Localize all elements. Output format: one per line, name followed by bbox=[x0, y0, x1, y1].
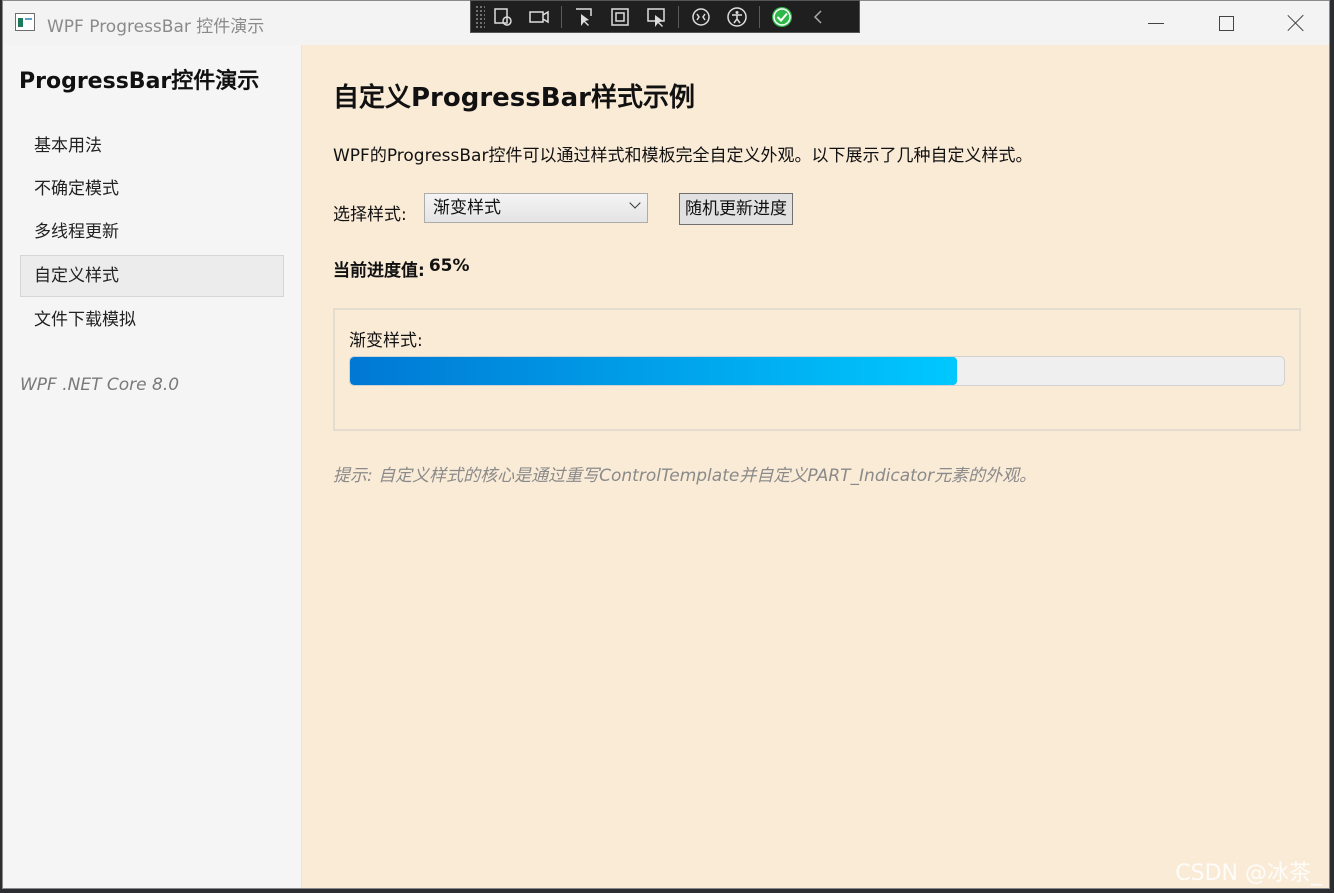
debug-toolbar bbox=[470, 0, 860, 33]
progress-bar bbox=[349, 356, 1285, 386]
style-select-value: 渐变样式 bbox=[433, 198, 501, 218]
sidebar-item-basic[interactable]: 基本用法 bbox=[20, 125, 284, 167]
select-pointer-button[interactable] bbox=[566, 3, 602, 31]
hot-reload-button[interactable] bbox=[683, 3, 719, 31]
style-select-label: 选择样式: bbox=[333, 205, 407, 225]
sidebar-title: ProgressBar控件演示 bbox=[19, 69, 260, 94]
accessibility-button[interactable] bbox=[719, 3, 755, 31]
track-focus-button[interactable] bbox=[638, 3, 674, 31]
app-icon bbox=[15, 13, 35, 31]
style-select[interactable]: 渐变样式 bbox=[424, 193, 648, 223]
close-button[interactable] bbox=[1261, 1, 1331, 45]
hint-text: 提示: 自定义样式的核心是通过重写ControlTemplate并自定义PART… bbox=[333, 466, 1037, 486]
progress-style-label: 渐变样式: bbox=[349, 331, 423, 351]
record-icon bbox=[529, 10, 549, 23]
chevron-down-icon bbox=[629, 197, 641, 209]
maximize-icon bbox=[1218, 15, 1234, 31]
binding-status-button[interactable] bbox=[764, 3, 800, 31]
collapse-icon bbox=[813, 9, 822, 24]
track-focus-icon bbox=[647, 7, 665, 27]
collapse-toolbar-button[interactable] bbox=[800, 3, 836, 31]
select-element-button[interactable] bbox=[485, 3, 521, 31]
current-progress: 当前进度值: 65% bbox=[333, 256, 470, 281]
accessibility-icon bbox=[727, 6, 747, 27]
watermark: CSDN @冰茶_ bbox=[1175, 861, 1322, 886]
select-element-icon bbox=[494, 7, 512, 26]
sidebar-item-custom-style[interactable]: 自定义样式 bbox=[20, 255, 284, 297]
record-button[interactable] bbox=[521, 3, 557, 31]
layout-adorner-icon bbox=[611, 7, 629, 26]
app-window: WPF ProgressBar 控件演示 ProgressBar控件演示 基本用… bbox=[2, 0, 1330, 889]
sidebar-item-multithread[interactable]: 多线程更新 bbox=[20, 211, 284, 253]
progress-panel: 渐变样式: bbox=[333, 308, 1301, 431]
main-content: 自定义ProgressBar样式示例 WPF的ProgressBar控件可以通过… bbox=[302, 45, 1329, 888]
check-circle-icon bbox=[772, 6, 792, 27]
current-progress-label: 当前进度值: bbox=[333, 261, 425, 281]
window-title: WPF ProgressBar 控件演示 bbox=[47, 17, 265, 37]
page-title: 自定义ProgressBar样式示例 bbox=[333, 83, 695, 113]
layout-adorner-button[interactable] bbox=[602, 3, 638, 31]
grip-icon[interactable] bbox=[475, 4, 485, 29]
sidebar-item-indeterminate[interactable]: 不确定模式 bbox=[20, 168, 284, 210]
maximize-button[interactable] bbox=[1191, 1, 1261, 45]
minimize-button[interactable] bbox=[1121, 1, 1191, 45]
hot-reload-icon bbox=[692, 7, 710, 26]
minimize-icon bbox=[1148, 22, 1164, 24]
sidebar-item-download[interactable]: 文件下载模拟 bbox=[20, 299, 284, 341]
random-update-button[interactable]: 随机更新进度 bbox=[679, 193, 793, 225]
version-label: WPF .NET Core 8.0 bbox=[20, 375, 180, 395]
close-icon bbox=[1287, 14, 1305, 32]
sidebar: ProgressBar控件演示 基本用法 不确定模式 多线程更新 自定义样式 文… bbox=[3, 45, 302, 888]
description: WPF的ProgressBar控件可以通过样式和模板完全自定义外观。以下展示了几… bbox=[333, 146, 1033, 166]
current-progress-value: 65% bbox=[428, 256, 470, 276]
progress-indicator bbox=[350, 357, 958, 385]
select-pointer-icon bbox=[576, 7, 592, 26]
